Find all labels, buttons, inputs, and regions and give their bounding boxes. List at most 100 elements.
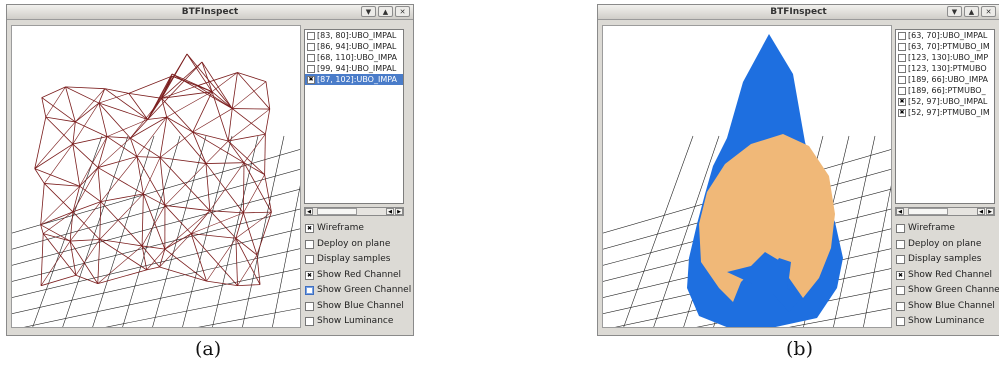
- scroll-left-icon[interactable]: ◀: [977, 208, 985, 215]
- checkbox-checked-icon[interactable]: ✖: [898, 108, 906, 117]
- checkbox-icon[interactable]: [305, 301, 314, 311]
- checkbox-icon[interactable]: [305, 239, 314, 249]
- scroll-left-icon[interactable]: ◀: [896, 208, 904, 215]
- checkbox-icon[interactable]: [898, 42, 906, 51]
- sample-list[interactable]: [83, 80]:UBO_IMPAL [86, 94]:UBO_IMPAL [68,…: [304, 29, 404, 204]
- render-line: [79, 136, 108, 187]
- checkbox-icon[interactable]: [898, 31, 906, 40]
- checkbox-checked-icon[interactable]: ✖: [305, 224, 314, 234]
- checkbox-icon[interactable]: [305, 255, 314, 265]
- list-horizontal-scrollbar[interactable]: ◀ ◀ ▶: [895, 207, 995, 216]
- minimize-button[interactable]: ▼: [361, 6, 376, 17]
- list-item[interactable]: ✖ [87, 102]:UBO_IMPA: [305, 74, 403, 85]
- option-show-green-channel[interactable]: Show Green Channel: [305, 283, 411, 299]
- render-line: [128, 92, 162, 99]
- option-deploy-on-plane[interactable]: Deploy on plane: [896, 237, 999, 253]
- checkbox-icon[interactable]: [896, 286, 905, 296]
- maximize-button[interactable]: ▲: [964, 6, 979, 17]
- checkbox-icon[interactable]: [896, 255, 905, 265]
- option-show-luminance[interactable]: Show Luminance: [896, 314, 999, 330]
- checkbox-icon[interactable]: [896, 301, 905, 311]
- option-label: Show Blue Channel: [317, 300, 404, 311]
- option-show-red-channel[interactable]: ✖ Show Red Channel: [896, 268, 999, 284]
- checkbox-checked-icon[interactable]: ✖: [305, 270, 314, 280]
- option-label: Show Luminance: [908, 316, 985, 326]
- list-item[interactable]: [68, 110]:UBO_IMPA: [305, 52, 403, 63]
- close-button[interactable]: ✕: [395, 6, 410, 17]
- render-line: [159, 131, 193, 158]
- checkbox-icon[interactable]: [896, 224, 905, 234]
- render-line: [72, 167, 99, 213]
- render-line: [136, 156, 161, 158]
- 3d-viewport[interactable]: [11, 25, 301, 328]
- render-line: [130, 116, 167, 139]
- checkbox-icon[interactable]: [307, 31, 315, 40]
- option-display-samples[interactable]: Display samples: [896, 252, 999, 268]
- list-item[interactable]: [189, 66]:UBO_IMPA: [896, 74, 994, 85]
- checkbox-icon[interactable]: [898, 86, 906, 95]
- option-show-blue-channel[interactable]: Show Blue Channel: [305, 299, 411, 315]
- btf-surface: [687, 34, 843, 327]
- option-display-samples[interactable]: Display samples: [305, 252, 411, 268]
- list-item-label: [86, 94]:UBO_IMPAL: [317, 42, 397, 51]
- checkbox-icon[interactable]: [898, 64, 906, 73]
- render-line: [142, 193, 166, 250]
- title-bar[interactable]: BTFInspect ▼ ▲ ✕: [7, 5, 413, 20]
- scroll-right-icon[interactable]: ▶: [986, 208, 994, 215]
- checkbox-icon[interactable]: [896, 317, 905, 327]
- close-button[interactable]: ✕: [981, 6, 996, 17]
- checkbox-checked-icon[interactable]: ✖: [896, 270, 905, 280]
- render-line: [43, 183, 74, 213]
- render-line: [72, 102, 100, 145]
- option-show-green-channel[interactable]: Show Green Channel: [896, 283, 999, 299]
- option-show-red-channel[interactable]: ✖ Show Red Channel: [305, 268, 411, 284]
- checkbox-icon[interactable]: [307, 53, 315, 62]
- checkbox-checked-icon[interactable]: ✖: [898, 97, 906, 106]
- list-item[interactable]: ✖ [52, 97]:PTMUBO_IM: [896, 107, 994, 118]
- checkbox-icon[interactable]: [898, 53, 906, 62]
- list-item[interactable]: [123, 130]:PTMUBO: [896, 63, 994, 74]
- option-deploy-on-plane[interactable]: Deploy on plane: [305, 237, 411, 253]
- checkbox-checked-icon[interactable]: ✖: [307, 75, 315, 84]
- scroll-thumb[interactable]: [908, 208, 948, 215]
- scroll-thumb[interactable]: [317, 208, 357, 215]
- render-line: [72, 143, 81, 187]
- list-item[interactable]: ✖ [52, 97]:UBO_IMPAL: [896, 96, 994, 107]
- list-item[interactable]: [123, 130]:UBO_IMP: [896, 52, 994, 63]
- option-wireframe[interactable]: Wireframe: [896, 221, 999, 237]
- render-line: [166, 116, 207, 164]
- sample-list[interactable]: [63, 70]:UBO_IMPAL [63, 70]:PTMUBO_IM [123…: [895, 29, 995, 204]
- minimize-button[interactable]: ▼: [947, 6, 962, 17]
- render-line: [40, 274, 77, 287]
- 3d-viewport[interactable]: [602, 25, 892, 328]
- checkbox-icon[interactable]: [307, 42, 315, 51]
- checkbox-icon[interactable]: [307, 64, 315, 73]
- checkbox-icon[interactable]: [305, 286, 314, 296]
- render-line: [100, 201, 143, 247]
- option-wireframe[interactable]: ✖ Wireframe: [305, 221, 411, 237]
- option-show-blue-channel[interactable]: Show Blue Channel: [896, 299, 999, 315]
- option-show-luminance[interactable]: Show Luminance: [305, 314, 411, 330]
- title-bar[interactable]: BTFInspect ▼ ▲ ✕: [598, 5, 999, 20]
- list-item[interactable]: [63, 70]:PTMUBO_IM: [896, 41, 994, 52]
- list-item-label: [83, 80]:UBO_IMPAL: [317, 31, 397, 40]
- checkbox-icon[interactable]: [898, 75, 906, 84]
- render-line: [190, 233, 207, 282]
- checkbox-icon[interactable]: [305, 317, 314, 327]
- list-item-label: [99, 94]:UBO_IMPAL: [317, 64, 397, 73]
- list-item[interactable]: [189, 66]:PTMUBO_: [896, 85, 994, 96]
- render-line: [235, 212, 244, 239]
- list-item[interactable]: [99, 94]:UBO_IMPAL: [305, 63, 403, 74]
- render-line: [256, 212, 272, 256]
- scroll-left-icon[interactable]: ◀: [305, 208, 313, 215]
- scroll-right-icon[interactable]: ▶: [395, 208, 403, 215]
- list-item[interactable]: [86, 94]:UBO_IMPAL: [305, 41, 403, 52]
- render-line: [104, 88, 148, 120]
- render-line: [72, 143, 99, 168]
- list-item[interactable]: [63, 70]:UBO_IMPAL: [896, 30, 994, 41]
- maximize-button[interactable]: ▲: [378, 6, 393, 17]
- list-horizontal-scrollbar[interactable]: ◀ ◀ ▶: [304, 207, 404, 216]
- scroll-left-icon[interactable]: ◀: [386, 208, 394, 215]
- list-item[interactable]: [83, 80]:UBO_IMPAL: [305, 30, 403, 41]
- checkbox-icon[interactable]: [896, 239, 905, 249]
